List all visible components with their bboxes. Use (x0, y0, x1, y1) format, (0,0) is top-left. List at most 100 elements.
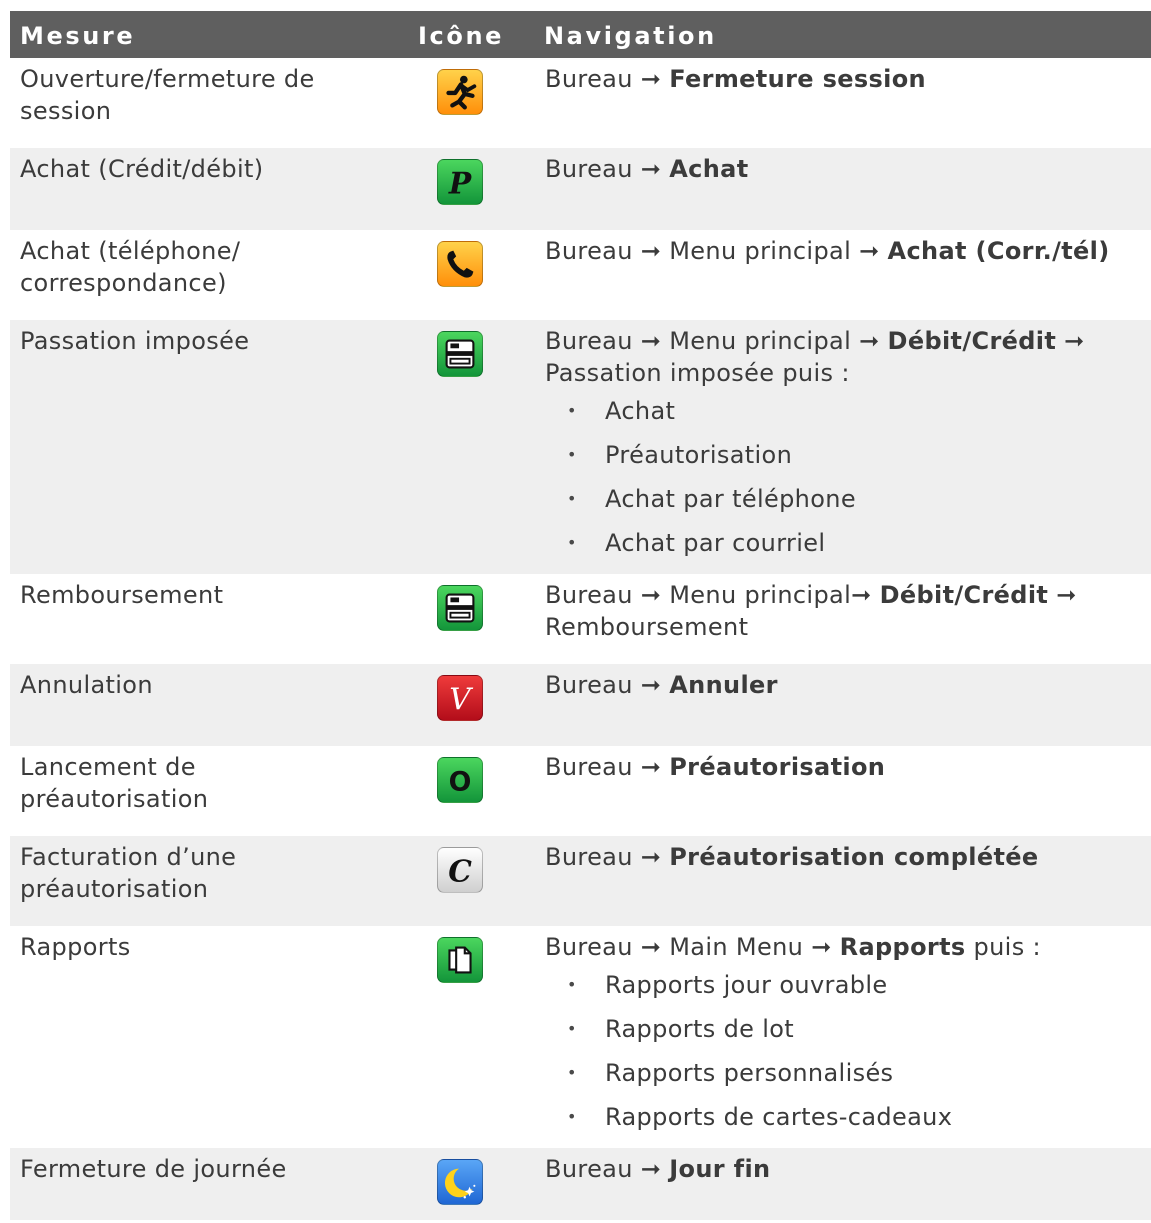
mesure-cell: Remboursement (20, 581, 224, 609)
navigation-step: Menu principal (669, 237, 860, 265)
svg-text:O: O (449, 767, 472, 798)
navigation-step: ➞ (640, 843, 670, 871)
list-item: Achat par téléphone (545, 477, 1145, 521)
navigation-step: ➞ (640, 237, 670, 265)
navigation-path: Bureau ➞ Annuler (545, 669, 1145, 701)
purchase-p-icon: P (437, 159, 483, 205)
navigation-cell: Bureau ➞ Jour fin (545, 1153, 1145, 1185)
preauth-o-icon: O (437, 757, 483, 803)
list-item: Achat par courriel (545, 521, 1145, 565)
list-item: Rapports jour ouvrable (545, 963, 1145, 1007)
mesure-cell: Ouverture/fermeture de session (20, 65, 315, 125)
navigation-step: Bureau (545, 65, 641, 93)
header-mesure: Mesure (20, 22, 136, 50)
svg-text:C: C (448, 853, 472, 888)
navigation-step: ➞ (859, 237, 888, 265)
navigation-step: Bureau (545, 237, 641, 265)
navigation-cell: Bureau ➞ Achat (545, 153, 1145, 185)
option-list: Rapports jour ouvrableRapports de lotRap… (545, 963, 1145, 1139)
table-row: Fermeture de journée Bureau ➞ Jour fin (10, 1148, 1151, 1220)
svg-text:P: P (448, 165, 472, 200)
navigation-step: Bureau (545, 327, 641, 355)
navigation-cell: Bureau ➞ Fermeture session (545, 63, 1145, 95)
navigation-step: Bureau (545, 155, 641, 183)
navigation-step: ➞ (640, 671, 670, 699)
navigation-step: Bureau (545, 1155, 641, 1183)
navigation-path: Bureau ➞ Jour fin (545, 1153, 1145, 1185)
table-row: Annulation V Bureau ➞ Annuler (10, 664, 1151, 746)
navigation-path: Bureau ➞ Main Menu ➞ Rapports puis : (545, 931, 1145, 963)
list-item: Rapports de lot (545, 1007, 1145, 1051)
svg-text:V: V (449, 681, 473, 716)
navigation-table: Mesure Icône Navigation Ouverture/fermet… (10, 11, 1151, 1220)
navigation-path: Bureau ➞ Menu principal ➞ Débit/Crédit ➞… (545, 325, 1145, 389)
list-item: Rapports personnalisés (545, 1051, 1145, 1095)
table-row: Achat (Crédit/débit) P Bureau ➞ Achat (10, 148, 1151, 230)
navigation-target: Fermeture session (669, 65, 926, 93)
navigation-cell: Bureau ➞ Main Menu ➞ Rapports puis :Rapp… (545, 931, 1145, 1139)
navigation-path: Bureau ➞ Menu principal➞ Débit/Crédit ➞ … (545, 579, 1145, 643)
header-navigation: Navigation (544, 22, 717, 50)
navigation-target: Préautorisation (669, 753, 886, 781)
navigation-step: Bureau (545, 753, 641, 781)
navigation-path: Bureau ➞ Préautorisation (545, 751, 1145, 783)
navigation-step: ➞ (640, 65, 670, 93)
navigation-step: Menu principal (669, 581, 852, 609)
navigation-target: Achat (669, 155, 749, 183)
navigation-step: Menu principal (669, 327, 860, 355)
navigation-path: Bureau ➞ Préautorisation complétée (545, 841, 1145, 873)
navigation-path: Bureau ➞ Fermeture session (545, 63, 1145, 95)
table-row: Remboursement Bureau ➞ Menu principal➞ Dé… (10, 574, 1151, 664)
navigation-cell: Bureau ➞ Menu principal➞ Débit/Crédit ➞ … (545, 579, 1145, 643)
mesure-cell: Achat (téléphone/ correspondance) (20, 237, 241, 297)
header-icone: Icône (418, 22, 505, 50)
mesure-cell: Lancement de préautorisation (20, 753, 209, 813)
list-item: Rapports de cartes-cadeaux (545, 1095, 1145, 1139)
navigation-step: Bureau (545, 671, 641, 699)
card-terminal-icon (437, 585, 483, 631)
table-row: Achat (téléphone/ correspondance) Bureau … (10, 230, 1151, 320)
table-row: Lancement de préautorisation O Bureau ➞ Pr… (10, 746, 1151, 836)
navigation-target: Préautorisation complétée (669, 843, 1039, 871)
navigation-step: Bureau (545, 581, 641, 609)
mesure-cell: Passation imposée (20, 327, 250, 355)
mesure-cell: Annulation (20, 671, 153, 699)
navigation-step: ➞ (640, 1155, 670, 1183)
navigation-target: Annuler (669, 671, 778, 699)
navigation-cell: Bureau ➞ Annuler (545, 669, 1145, 701)
navigation-step: Bureau (545, 843, 641, 871)
navigation-path: Bureau ➞ Achat (545, 153, 1145, 185)
mesure-cell: Fermeture de journée (20, 1155, 287, 1183)
card-terminal-icon (437, 331, 483, 377)
list-item: Préautorisation (545, 433, 1145, 477)
navigation-target: Achat (Corr./tél) (887, 237, 1110, 265)
navigation-cell: Bureau ➞ Menu principal ➞ Achat (Corr./t… (545, 235, 1145, 267)
mesure-cell: Rapports (20, 933, 131, 961)
navigation-target: Jour fin (669, 1155, 771, 1183)
navigation-step: Main Menu (669, 933, 812, 961)
table-row: Facturation d’une préautorisation C Bureau… (10, 836, 1151, 926)
navigation-step: ➞ (859, 327, 888, 355)
navigation-target: Débit/Crédit (887, 327, 1057, 355)
navigation-cell: Bureau ➞ Préautorisation complétée (545, 841, 1145, 873)
navigation-step: ➞ (640, 581, 670, 609)
navigation-step: puis : (965, 933, 1041, 961)
mesure-cell: Facturation d’une préautorisation (20, 843, 237, 903)
navigation-step: Bureau (545, 933, 641, 961)
navigation-step: ➞ (851, 581, 880, 609)
table-body: Ouverture/fermeture de session Bureau ➞ F… (10, 58, 1151, 1220)
running-man-icon (437, 69, 483, 115)
navigation-path: Bureau ➞ Menu principal ➞ Achat (Corr./t… (545, 235, 1145, 267)
void-v-icon: V (437, 675, 483, 721)
table-row: Passation imposée Bureau ➞ Menu principal… (10, 320, 1151, 574)
reports-icon (437, 937, 483, 983)
navigation-step: ➞ (640, 155, 670, 183)
navigation-cell: Bureau ➞ Menu principal ➞ Débit/Crédit ➞… (545, 325, 1145, 565)
navigation-step: ➞ (640, 933, 670, 961)
option-list: AchatPréautorisationAchat par téléphoneA… (545, 389, 1145, 565)
table-header: Mesure Icône Navigation (10, 11, 1151, 58)
table-row: Rapports Bureau ➞ Main Menu ➞ Rapports pu… (10, 926, 1151, 1148)
navigation-target: Débit/Crédit (879, 581, 1049, 609)
navigation-step: ➞ (811, 933, 840, 961)
navigation-step: ➞ (640, 327, 670, 355)
